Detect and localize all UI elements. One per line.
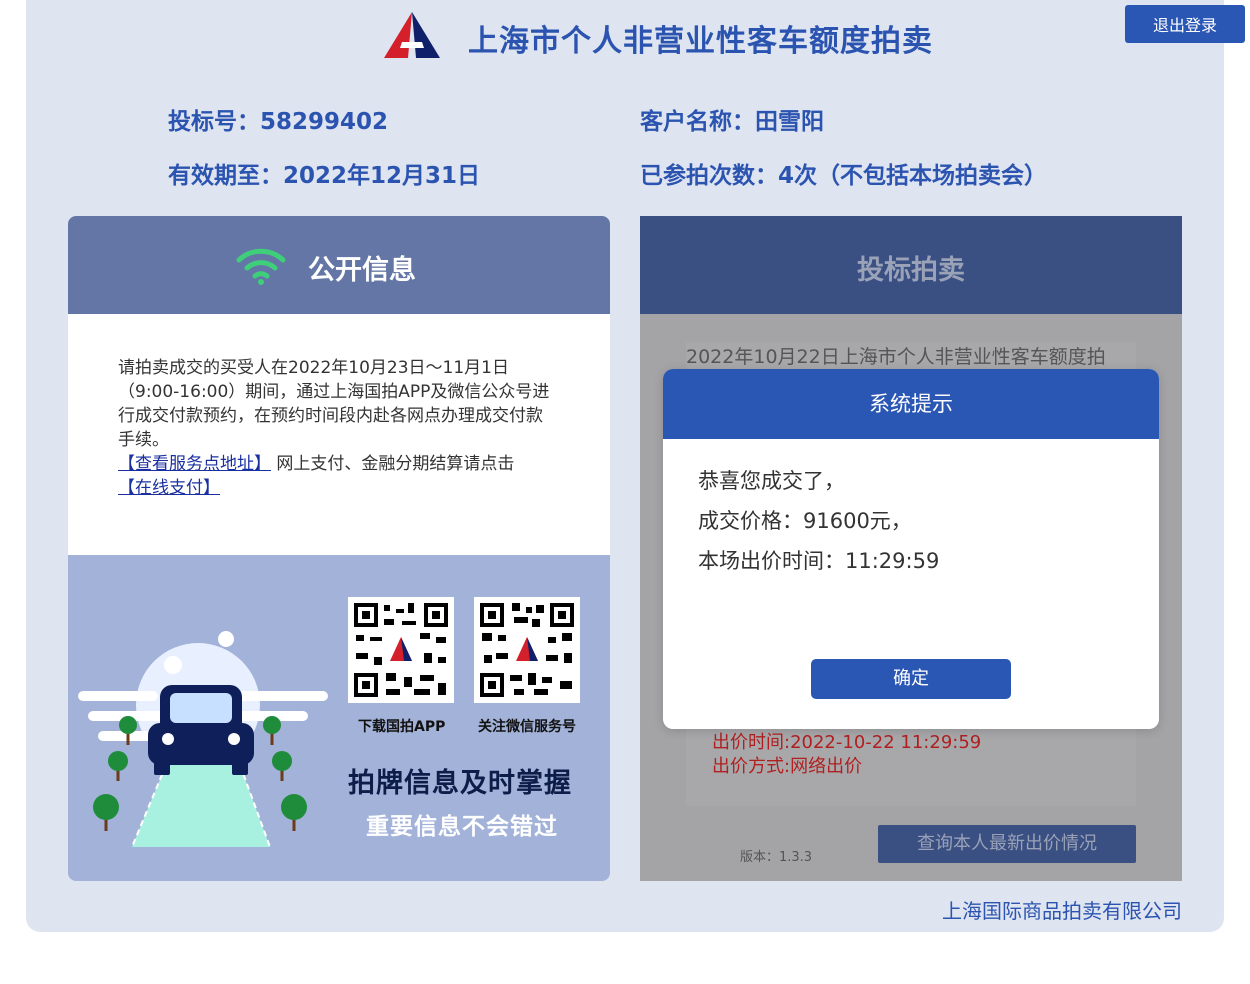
payment-notice: 请拍卖成交的买受人在2022年10月23日～11月1日（9:00-16:00）期… [118, 356, 558, 500]
auction-logo-icon [384, 12, 440, 58]
promo-banner: 下载国拍APP 关注微信服务号 拍牌信息及时掌握 重要信息不会错过 [68, 555, 610, 881]
slogan-main: 拍牌信息及时掌握 [348, 768, 572, 799]
customer-name: 客户名称：田雪阳 [640, 109, 824, 135]
query-latest-bid-button[interactable]: 查询本人最新出价情况 [878, 825, 1136, 863]
notice-text: 请拍卖成交的买受人在2022年10月23日～11月1日（9:00-16:00）期… [118, 358, 550, 450]
qr-code-icon [480, 603, 574, 697]
qr-code-app [348, 597, 454, 703]
logout-button[interactable]: 退出登录 [1125, 5, 1245, 43]
page-title: 上海市个人非营业性客车额度拍卖 [468, 24, 933, 59]
dialog-price: 成交价格：91600元， [698, 509, 912, 533]
wifi-icon [236, 248, 286, 285]
session-text: 2022年10月22日上海市个人非营业性客车额度拍 [686, 346, 1106, 368]
system-notice-dialog: 系统提示 恭喜您成交了， 成交价格：91600元， 本场出价时间：11:29:5… [663, 369, 1159, 729]
participation-count: 已参拍次数：4次（不包括本场拍卖会） [640, 163, 1048, 189]
dialog-title: 系统提示 [663, 369, 1159, 439]
pay-text: 网上支付、金融分期结算请点击 [271, 454, 515, 474]
qr-code-wechat [474, 597, 580, 703]
bid-number: 投标号：58299402 [168, 109, 389, 135]
qr-app-caption: 下载国拍APP [358, 719, 446, 735]
version-label: 版本：1.3.3 [740, 850, 813, 865]
confirm-button[interactable]: 确定 [811, 659, 1011, 699]
slogan-sub: 重要信息不会错过 [366, 814, 558, 840]
bidding-title: 投标拍卖 [857, 255, 965, 286]
bid-time: 出价时间:2022-10-22 11:29:59 [712, 732, 982, 753]
bidding-header: 投标拍卖 [640, 216, 1182, 314]
qr-code-icon [354, 603, 448, 697]
bid-method: 出价方式:网络出价 [712, 756, 863, 777]
dialog-congrats: 恭喜您成交了， [698, 469, 845, 493]
car-road-illustration-icon [78, 631, 328, 848]
valid-until: 有效期至：2022年12月31日 [168, 163, 481, 189]
service-location-link[interactable]: 【查看服务点地址】 [118, 454, 271, 474]
public-info-header: 公开信息 [68, 216, 610, 314]
public-info-title: 公开信息 [308, 255, 416, 286]
online-payment-link[interactable]: 【在线支付】 [118, 478, 220, 498]
company-name: 上海国际商品拍卖有限公司 [942, 899, 1182, 923]
qr-wechat-caption: 关注微信服务号 [478, 719, 576, 735]
public-info-card: 公开信息 请拍卖成交的买受人在2022年10月23日～11月1日（9:00-16… [68, 216, 610, 881]
dialog-bid-time: 本场出价时间：11:29:59 [698, 549, 940, 573]
